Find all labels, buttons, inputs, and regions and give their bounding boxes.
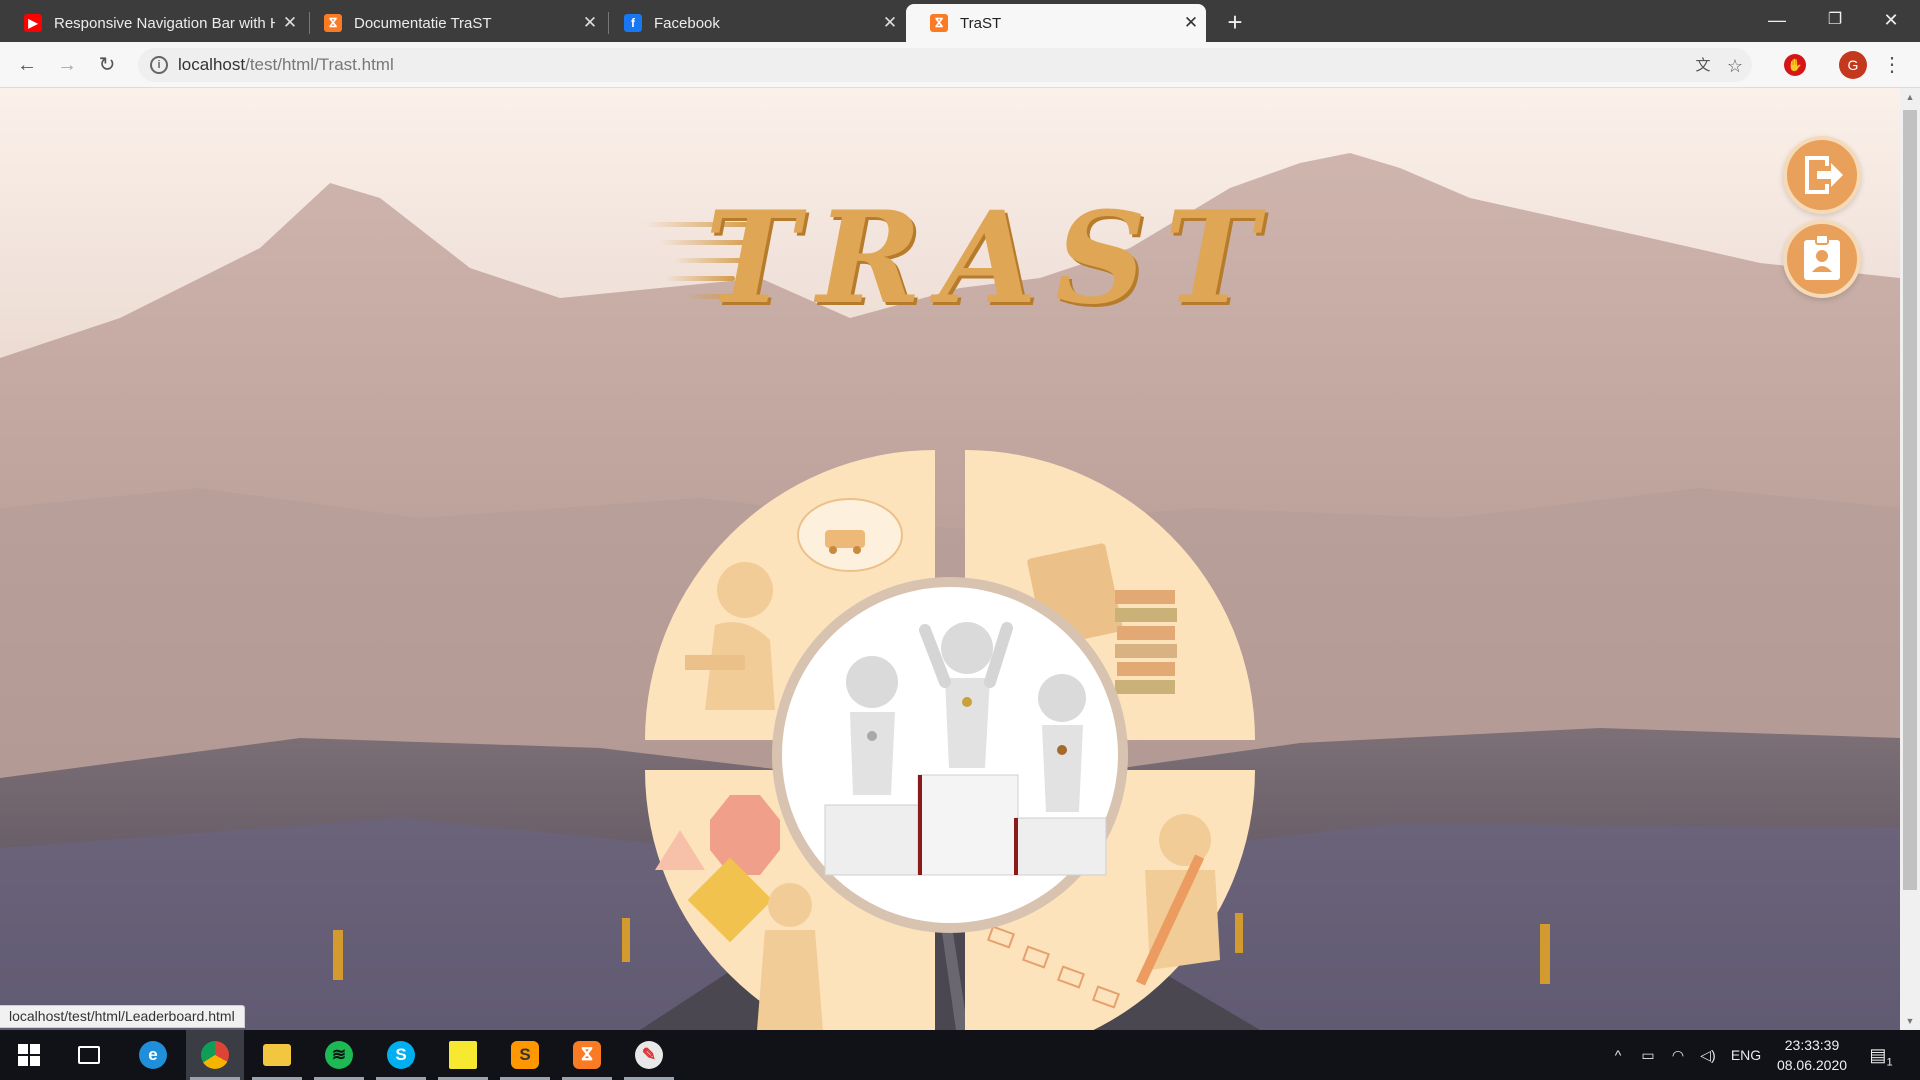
taskbar-paint[interactable]: ✎	[620, 1030, 678, 1080]
wifi-icon[interactable]: ◠	[1664, 1030, 1692, 1080]
page-scrollbar[interactable]: ▲ ▼	[1900, 88, 1920, 1030]
taskbar-sublime[interactable]: S	[496, 1030, 554, 1080]
sublime-text-icon: S	[511, 1041, 539, 1069]
url-host: localhost	[178, 55, 246, 74]
edge-icon: e	[139, 1041, 167, 1069]
tab-title: Responsive Navigation Bar with H	[54, 14, 275, 32]
file-explorer-icon	[263, 1044, 291, 1066]
tab-trast[interactable]: ⴵ TraST ✕	[906, 4, 1206, 42]
input-language[interactable]: ENG	[1728, 1030, 1764, 1080]
tab-title: TraST	[960, 14, 1002, 32]
address-url[interactable]: localhost/test/html/Trast.html	[178, 48, 394, 82]
skype-icon: S	[387, 1041, 415, 1069]
windows-start-icon	[18, 1044, 40, 1066]
sticky-notes-icon	[449, 1041, 477, 1069]
profile-avatar[interactable]: G	[1839, 51, 1867, 79]
browser-menu-icon[interactable]: ⋮	[1882, 50, 1902, 80]
tab-documentatie[interactable]: ⴵ Documentatie TraST ✕	[300, 4, 605, 42]
xampp-icon: ⴵ	[930, 14, 948, 32]
chrome-icon	[201, 1041, 229, 1069]
paint-icon: ✎	[635, 1041, 663, 1069]
taskbar-chrome[interactable]	[186, 1030, 244, 1080]
adblock-extension-icon[interactable]: ✋	[1784, 54, 1806, 76]
close-icon[interactable]: ✕	[875, 13, 905, 33]
tab-title: Documentatie TraST	[354, 14, 492, 32]
clock-time: 23:33:39	[1784, 1037, 1840, 1053]
clock-date: 08.06.2020	[1776, 1057, 1848, 1073]
task-view-icon	[78, 1046, 100, 1064]
taskbar-spotify[interactable]: ≋	[310, 1030, 368, 1080]
browser-toolbar: ← → ↻ i localhost/test/html/Trast.html 文…	[0, 42, 1920, 88]
close-icon[interactable]: ✕	[1176, 13, 1206, 33]
trast-logo: TRAST	[645, 195, 1258, 321]
taskbar-sticky-notes[interactable]	[434, 1030, 492, 1080]
logout-button[interactable]	[1783, 136, 1861, 214]
scrollbar-thumb[interactable]	[1903, 110, 1917, 890]
taskbar-skype[interactable]: S	[372, 1030, 430, 1080]
battery-icon[interactable]: ▭	[1634, 1030, 1662, 1080]
xampp-icon: ⴵ	[324, 14, 342, 32]
logout-icon	[1805, 156, 1843, 194]
xampp-icon: ⴵ	[573, 1041, 601, 1069]
windows-start-button[interactable]	[0, 1030, 58, 1080]
profile-button[interactable]	[1783, 220, 1861, 298]
scroll-down-arrow-icon[interactable]: ▼	[1900, 1012, 1920, 1030]
task-view-button[interactable]	[60, 1030, 118, 1080]
system-clock[interactable]: 23:33:39 08.06.2020	[1770, 1035, 1854, 1075]
window-close-icon[interactable]: ✕	[1862, 0, 1920, 40]
minimize-icon[interactable]: —	[1748, 0, 1806, 40]
tab-youtube[interactable]: ▶ Responsive Navigation Bar with H ✕	[0, 4, 305, 42]
new-tab-button[interactable]: +	[1218, 6, 1252, 38]
tray-overflow-chevron-icon[interactable]: ^	[1604, 1030, 1632, 1080]
translate-icon[interactable]: 文	[1690, 54, 1716, 78]
volume-icon[interactable]: ◁)	[1694, 1030, 1722, 1080]
forward-arrow-icon[interactable]: →	[50, 48, 84, 82]
notification-count: 1	[1886, 1056, 1893, 1069]
reload-icon[interactable]: ↻	[90, 48, 124, 82]
page-viewport: TRAST	[0, 88, 1900, 1030]
url-path: /test/html/Trast.html	[245, 55, 394, 74]
spotify-icon: ≋	[325, 1041, 353, 1069]
facebook-icon: f	[624, 14, 642, 32]
youtube-icon: ▶	[24, 14, 42, 32]
taskbar-xampp[interactable]: ⴵ	[558, 1030, 616, 1080]
windows-taskbar: e ≋ S S ⴵ ✎ ^ ▭ ◠ ◁) ENG 23:33:39 08.06.…	[0, 1030, 1920, 1080]
scroll-up-arrow-icon[interactable]: ▲	[1900, 88, 1920, 106]
tab-facebook[interactable]: f Facebook ✕	[600, 4, 905, 42]
taskbar-file-explorer[interactable]	[248, 1030, 306, 1080]
restore-icon[interactable]: ❐	[1806, 0, 1864, 40]
leaderboard-center-button[interactable]	[772, 577, 1128, 933]
address-bar[interactable]: i localhost/test/html/Trast.html 文 ☆	[138, 48, 1752, 82]
taskbar-edge[interactable]: e	[124, 1030, 182, 1080]
notification-center-icon[interactable]: ▤1	[1866, 1040, 1896, 1070]
main-menu-wheel	[645, 450, 1255, 1030]
browser-tab-strip: ▶ Responsive Navigation Bar with H ✕ ⴵ D…	[0, 0, 1920, 42]
link-hover-status: localhost/test/html/Leaderboard.html	[0, 1005, 245, 1028]
bookmark-star-icon[interactable]: ☆	[1722, 54, 1748, 78]
profile-badge-icon	[1804, 234, 1840, 280]
site-info-icon[interactable]: i	[150, 56, 168, 74]
logo-text: TRAST	[705, 184, 1276, 332]
tab-title: Facebook	[654, 14, 720, 32]
back-arrow-icon[interactable]: ←	[10, 48, 44, 82]
